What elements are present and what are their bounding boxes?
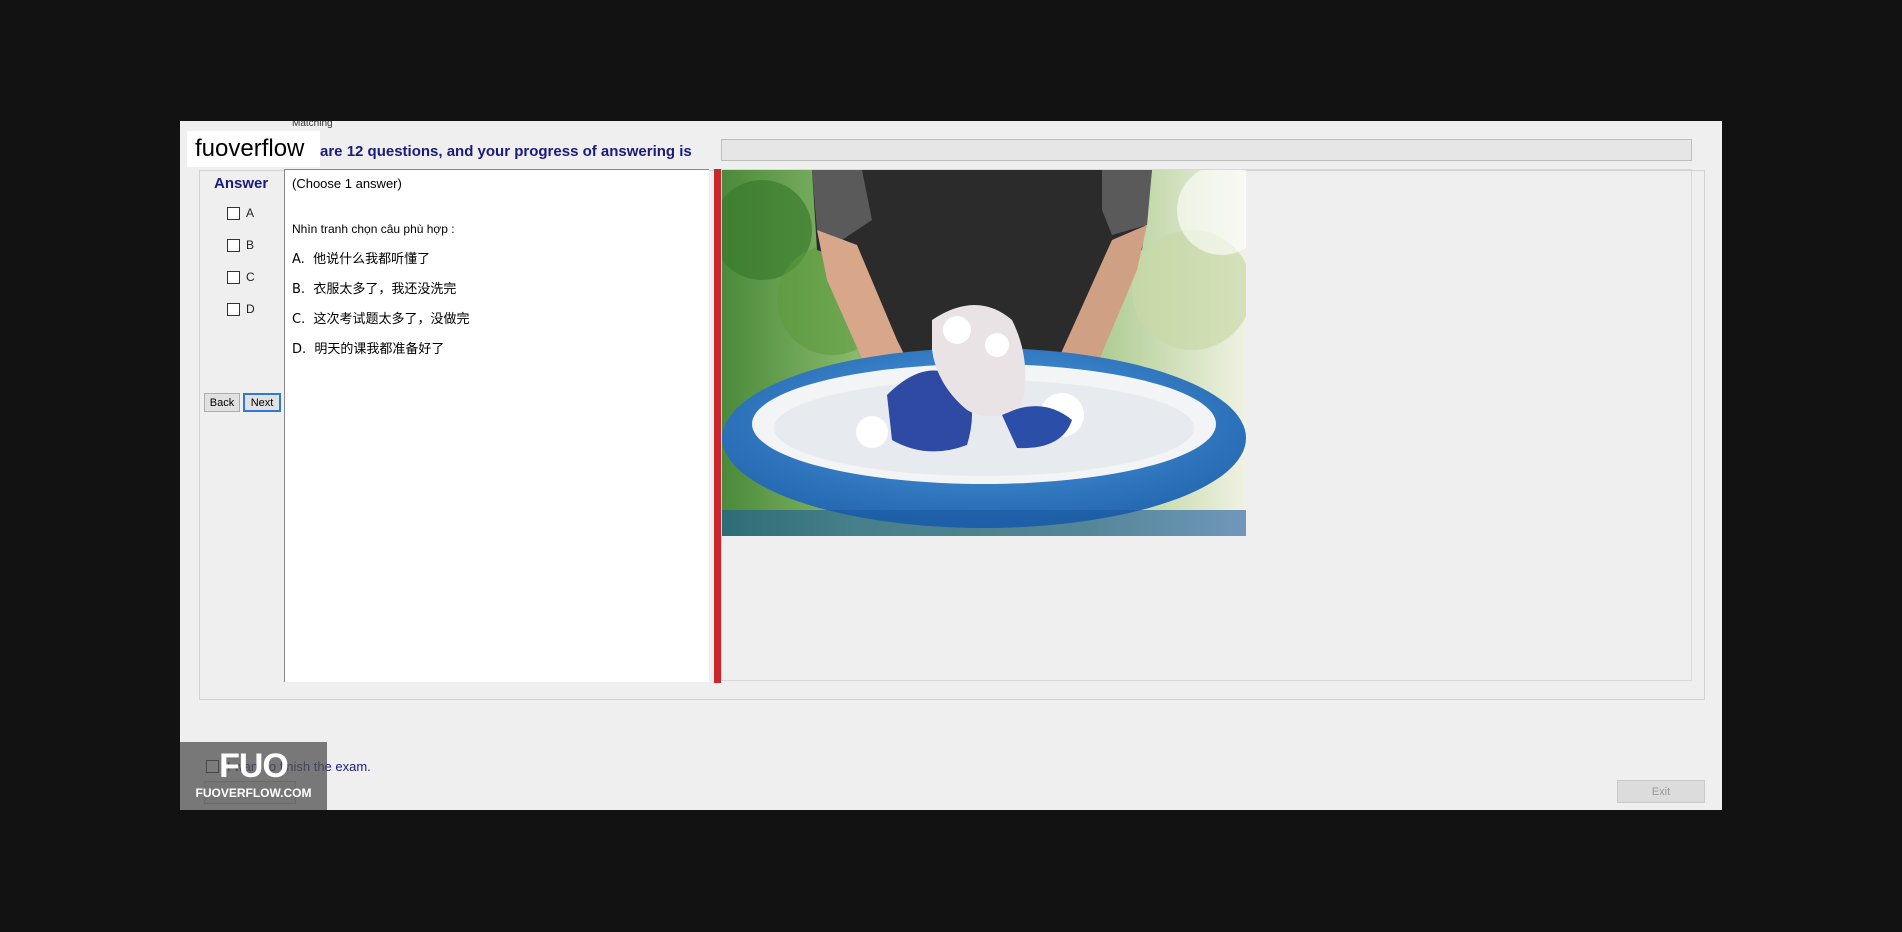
hands-washing-clothes-in-basin-photo xyxy=(722,170,1246,536)
fuoverflow-watermark-logo: FUO FUOVERFLOW.COM xyxy=(180,742,327,810)
watermark-small-text: FUOVERFLOW.COM xyxy=(195,786,312,800)
question-option-c-letter: C. xyxy=(292,312,306,327)
question-option-c: C. 这次考试题太多了，没做完 xyxy=(292,308,470,327)
answer-option-d[interactable]: D xyxy=(227,302,255,316)
question-instruction: (Choose 1 answer) xyxy=(292,176,402,191)
answer-option-d-label: D xyxy=(246,302,255,316)
answer-option-c[interactable]: C xyxy=(227,270,255,284)
question-panel: (Choose 1 answer) Nhìn tranh chọn câu ph… xyxy=(284,169,709,682)
progress-bar xyxy=(721,139,1692,161)
photo-drawing xyxy=(722,170,1246,536)
answer-option-b[interactable]: B xyxy=(227,238,254,252)
question-option-d: D. 明天的课我都准备好了 xyxy=(292,338,444,357)
progress-label: are 12 questions, and your progress of a… xyxy=(320,143,692,160)
exit-button[interactable]: Exit xyxy=(1617,780,1705,803)
answer-option-c-label: C xyxy=(246,270,255,284)
question-option-d-letter: D. xyxy=(292,342,307,357)
question-option-a-text: 他说什么我都听懂了 xyxy=(313,252,431,267)
brand-logo: fuoverflow xyxy=(187,131,320,167)
question-option-a-letter: A. xyxy=(292,252,305,267)
question-option-b: B. 衣服太多了，我还没洗完 xyxy=(292,278,456,297)
question-option-c-text: 这次考试题太多了，没做完 xyxy=(313,312,470,327)
question-prompt: Nhìn tranh chọn câu phù hợp : xyxy=(292,222,455,236)
top-strip-label: Matching xyxy=(292,121,333,129)
exam-window: Matching are 12 questions, and your prog… xyxy=(180,121,1722,810)
checkbox-a[interactable] xyxy=(227,206,240,220)
watermark-big-text: FUO xyxy=(219,747,289,785)
question-option-d-text: 明天的课我都准备好了 xyxy=(314,342,445,357)
answer-option-a[interactable]: A xyxy=(227,206,254,220)
checkbox-d[interactable] xyxy=(227,302,240,316)
answer-option-b-label: B xyxy=(246,238,255,252)
answer-option-a-label: A xyxy=(246,206,255,220)
checkbox-c[interactable] xyxy=(227,270,240,284)
answer-heading: Answer xyxy=(214,175,269,192)
question-option-b-text: 衣服太多了，我还没洗完 xyxy=(313,282,457,297)
splitter-handle[interactable] xyxy=(714,169,721,683)
question-option-a: A. 他说什么我都听懂了 xyxy=(292,248,430,267)
back-button[interactable]: Back xyxy=(204,393,240,412)
question-option-b-letter: B. xyxy=(292,282,306,297)
next-button[interactable]: Next xyxy=(243,393,281,412)
checkbox-b[interactable] xyxy=(227,238,240,252)
